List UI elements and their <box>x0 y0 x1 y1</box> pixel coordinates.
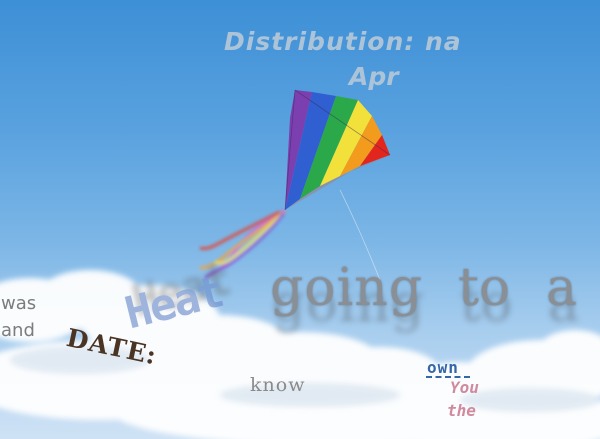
a-text: a <box>546 258 578 318</box>
kite <box>284 89 391 211</box>
to-text: to <box>458 258 511 318</box>
kite-sky-photo: Distribution: na Apr going to a was and … <box>0 0 600 439</box>
was-text: was <box>1 293 37 314</box>
you-text: You <box>450 378 479 397</box>
the-text: the <box>447 401 476 420</box>
own-text: own <box>427 358 459 377</box>
going-text: going <box>270 258 424 318</box>
know-text: know <box>250 374 306 396</box>
distribution-text: Distribution: na <box>224 27 462 56</box>
and-text: and <box>1 320 35 341</box>
apr-text: Apr <box>349 62 399 91</box>
